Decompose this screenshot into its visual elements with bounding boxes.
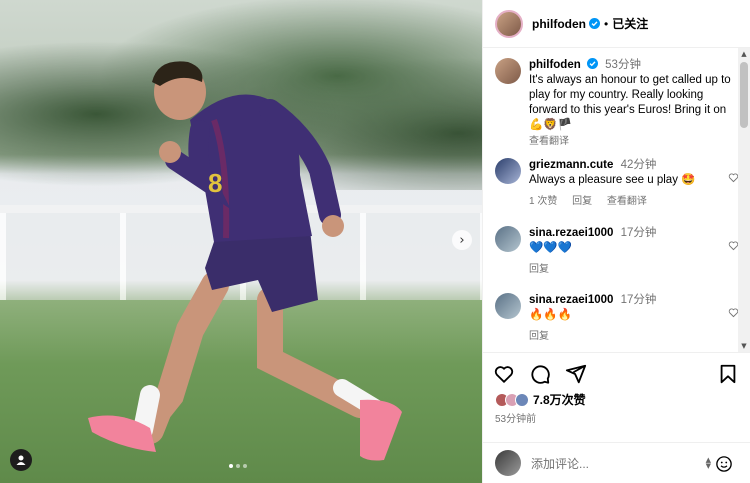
- see-translation-link[interactable]: 查看翻译: [607, 196, 647, 207]
- caption-item: philfoden 53分钟 It's always an honour to …: [495, 58, 739, 149]
- comment-text: 💙💙💙: [529, 242, 572, 254]
- add-comment-bar: 添加评论... ▲ ▼: [483, 442, 750, 483]
- comment-item: griezmann.cute 42分钟 Always a pleasure se…: [495, 158, 739, 209]
- comment-like-count[interactable]: 1 次赞: [529, 196, 557, 207]
- comment-input[interactable]: 添加评论...: [531, 455, 589, 472]
- comments-scrollbar[interactable]: ▲ ▼: [738, 48, 750, 352]
- comment-meta: 1 次赞 回复 查看翻译: [529, 194, 739, 209]
- post-timestamp[interactable]: 53分钟前: [495, 410, 536, 425]
- scroll-up-arrow[interactable]: ▲: [738, 48, 750, 60]
- author-avatar[interactable]: [495, 9, 523, 38]
- current-user-avatar: [495, 450, 521, 476]
- comment-icon[interactable]: [529, 363, 551, 385]
- comment-username[interactable]: sina.rezaei1000: [529, 227, 613, 239]
- comment-text: Always a pleasure see u play 🤩: [529, 174, 696, 186]
- like-count[interactable]: 7.8万次赞: [533, 391, 586, 408]
- commenter-avatar[interactable]: [495, 293, 521, 319]
- comment-text: 🔥🔥🔥: [529, 309, 572, 321]
- post-header: philfoden • 已关注: [483, 0, 750, 48]
- author-username[interactable]: philfoden: [532, 17, 586, 31]
- emoji-icon[interactable]: [715, 455, 733, 473]
- scroll-spinner-icon[interactable]: ▲ ▼: [706, 457, 711, 470]
- see-translation-link[interactable]: 查看翻译: [529, 134, 739, 149]
- user-tag-icon[interactable]: [10, 449, 32, 471]
- post-image[interactable]: 8 ›: [0, 0, 482, 483]
- bookmark-icon[interactable]: [717, 363, 739, 385]
- svg-text:8: 8: [208, 168, 222, 198]
- comment-item: sina.rezaei1000 17分钟 💙💙💙 回复: [495, 226, 739, 277]
- commenter-avatar[interactable]: [495, 158, 521, 184]
- verified-badge-icon: [586, 58, 598, 69]
- caption-username[interactable]: philfoden: [529, 59, 581, 71]
- post-actions: 7.8万次赞 53分钟前: [483, 352, 750, 442]
- carousel-dots: [229, 464, 247, 468]
- liker-avatar: [515, 392, 529, 407]
- action-icons: [493, 363, 587, 385]
- comment-meta: 回复: [529, 329, 739, 344]
- commenter-avatar[interactable]: [495, 226, 521, 252]
- share-icon[interactable]: [565, 363, 587, 385]
- comment-time: 42分钟: [620, 159, 657, 171]
- follow-status-button[interactable]: 已关注: [612, 15, 648, 32]
- likes-row: 7.8万次赞: [495, 391, 586, 408]
- caption-time: 53分钟: [605, 59, 641, 71]
- reply-link[interactable]: 回复: [529, 331, 549, 342]
- caption-text: It's always an honour to get called up t…: [529, 74, 731, 131]
- comment-username[interactable]: griezmann.cute: [529, 159, 613, 171]
- liker-avatars: [495, 392, 529, 407]
- scrollbar-thumb[interactable]: [740, 62, 748, 128]
- comment-item: sina.rezaei1000 17分钟 🔥🔥🔥 回复: [495, 293, 739, 344]
- heart-icon[interactable]: [493, 363, 515, 385]
- reply-link[interactable]: 回复: [572, 196, 592, 207]
- comment-meta: 回复: [529, 262, 739, 277]
- verified-badge-icon: [589, 18, 600, 29]
- author-avatar[interactable]: [495, 58, 521, 84]
- comment-time: 17分钟: [620, 294, 657, 306]
- comment-username[interactable]: sina.rezaei1000: [529, 294, 613, 306]
- comment-time: 17分钟: [620, 227, 657, 239]
- carousel-dot: [229, 464, 233, 468]
- reply-link[interactable]: 回复: [529, 264, 549, 275]
- carousel-dot: [243, 464, 247, 468]
- football-player-figure: 8: [88, 61, 402, 461]
- scroll-down-arrow[interactable]: ▼: [738, 340, 750, 352]
- chevron-right-icon[interactable]: ›: [452, 230, 472, 250]
- comments-list: philfoden 53分钟 It's always an honour to …: [483, 48, 739, 352]
- save-button[interactable]: [717, 363, 739, 390]
- separator-dot: •: [604, 16, 609, 31]
- carousel-dot: [236, 464, 240, 468]
- post-side-panel: philfoden • 已关注 philfoden 53分钟 It's alwa…: [482, 0, 750, 483]
